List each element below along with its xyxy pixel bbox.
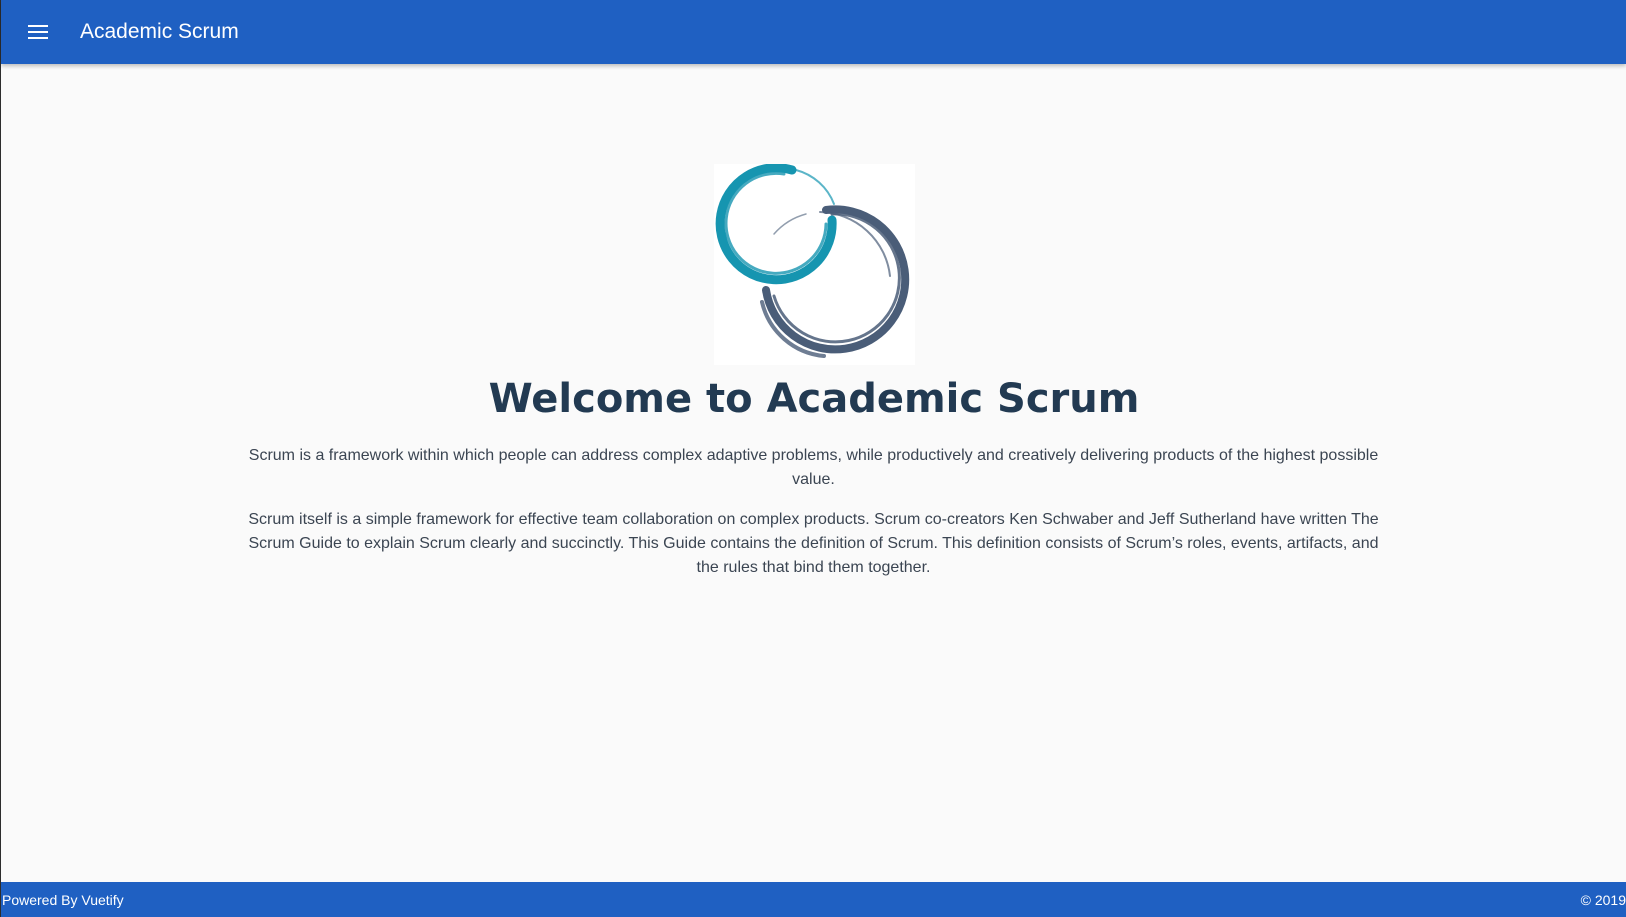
top-toolbar: Academic Scrum (1, 0, 1626, 64)
menu-icon (28, 25, 48, 39)
scrum-circles-logo (714, 163, 915, 365)
footer: Powered By Vuetify © 2019 (1, 882, 1626, 917)
main-content: Welcome to Academic Scrum Scrum is a fra… (1, 64, 1626, 882)
description-paragraph: Scrum itself is a simple framework for e… (248, 511, 1379, 576)
app-title: Academic Scrum (80, 20, 239, 43)
intro-paragraph: Scrum is a framework within which people… (248, 447, 1379, 488)
welcome-heading: Welcome to Academic Scrum (488, 376, 1140, 422)
powered-by-text: Powered By Vuetify (2, 891, 124, 908)
app-root: Academic Scrum Welcome to Academic Scrum… (0, 0, 1626, 917)
menu-button[interactable] (14, 8, 62, 56)
copyright-text: © 2019 (1580, 891, 1626, 908)
logo-graphic (715, 163, 910, 358)
